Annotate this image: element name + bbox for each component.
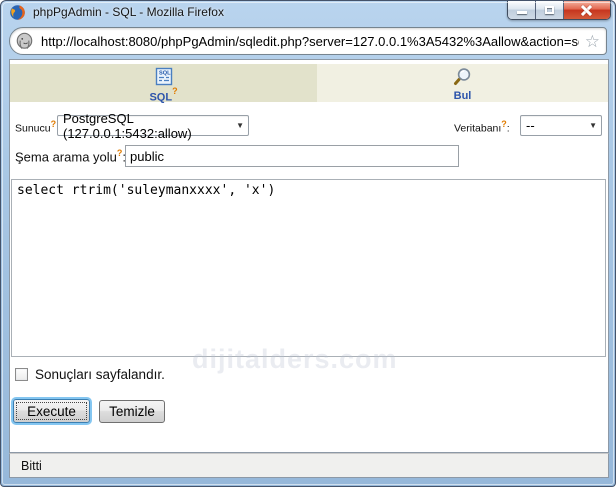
paginate-label: Sonuçları sayfalandır. — [35, 366, 165, 382]
title-bar: phpPgAdmin - SQL - Mozilla Firefox — [1, 1, 615, 23]
status-text: Bitti — [21, 458, 42, 473]
database-select[interactable]: -- ▼ — [520, 115, 602, 136]
window-title: phpPgAdmin - SQL - Mozilla Firefox — [33, 5, 224, 19]
url-text: http://localhost:8080/phpPgAdmin/sqledit… — [41, 33, 579, 49]
schema-search-path-label: Şema arama yolu?: — [15, 148, 126, 165]
window-controls — [507, 1, 611, 20]
minimize-icon — [517, 11, 527, 14]
tab-bul[interactable]: Bul — [317, 64, 608, 102]
schema-search-path-input[interactable] — [125, 145, 459, 167]
status-bar: Bitti — [9, 453, 609, 478]
tab-sql[interactable]: SQL SQL? — [10, 64, 317, 104]
svg-text:SQL: SQL — [159, 71, 171, 77]
sql-query-textarea[interactable]: select rtrim('suleymanxxxx', 'x') — [11, 179, 606, 357]
postgresql-favicon-icon — [16, 32, 33, 49]
maximize-button[interactable] — [536, 1, 564, 19]
magnifier-icon — [454, 68, 471, 85]
server-select-value: PostgreSQL (127.0.0.1:5432:allow) — [63, 110, 192, 141]
navigation-bar: http://localhost:8080/phpPgAdmin/sqledit… — [9, 27, 607, 55]
server-database-row: Sunucu?: PostgreSQL (127.0.0.1:5432:allo… — [10, 111, 608, 141]
database-select-value: -- — [526, 118, 535, 133]
execute-button[interactable]: Execute — [13, 399, 90, 423]
firefox-icon — [10, 4, 25, 20]
maximize-icon — [545, 6, 554, 14]
server-select[interactable]: PostgreSQL (127.0.0.1:5432:allow) ▼ — [57, 111, 249, 141]
phppgadmin-page: SQL SQL? Bul Sunucu?: Postg — [9, 59, 609, 453]
minimize-button[interactable] — [508, 1, 536, 19]
schema-row: Şema arama yolu?: — [10, 144, 608, 168]
sql-document-icon: SQL — [155, 67, 172, 86]
dropdown-arrow-icon: ▼ — [589, 121, 597, 130]
dropdown-arrow-icon: ▼ — [236, 121, 244, 130]
server-label: Sunucu?: — [15, 119, 59, 135]
firefox-window: phpPgAdmin - SQL - Mozilla Firefox http:… — [0, 0, 616, 487]
paginate-row: Sonuçları sayfalandır. — [15, 366, 165, 382]
tab-sql-help-link[interactable]: ? — [172, 86, 178, 96]
close-icon — [581, 5, 592, 16]
clear-button[interactable]: Temizle — [99, 400, 165, 423]
tab-bul-label: Bul — [453, 90, 472, 102]
close-button[interactable] — [564, 1, 610, 19]
tab-sql-label: SQL — [149, 91, 173, 104]
url-bar[interactable]: http://localhost:8080/phpPgAdmin/sqledit… — [9, 27, 607, 55]
database-label: Veritabanı?: — [454, 119, 510, 135]
bookmark-star-icon[interactable]: ☆ — [585, 33, 600, 50]
tab-bar: SQL SQL? Bul — [10, 64, 608, 104]
button-row: Execute Temizle — [13, 399, 165, 423]
paginate-checkbox[interactable] — [15, 367, 28, 381]
